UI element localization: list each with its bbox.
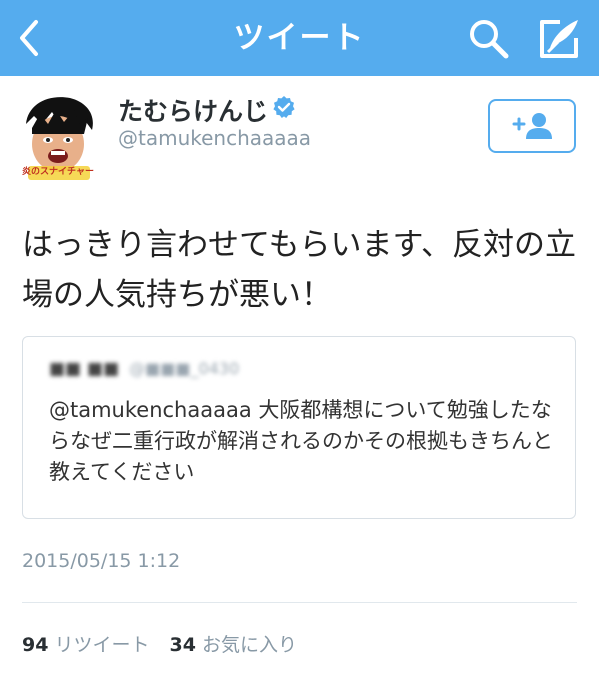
favorites-stat[interactable]: 34 お気に入り [170, 630, 297, 657]
retweets-label: リツイート [54, 634, 150, 656]
compose-button[interactable] [536, 14, 582, 62]
verified-badge-icon [273, 96, 295, 118]
quoted-tweet-text: @tamukenchaaaaa 大阪都構想について勉強したならなぜ二重行政が解消… [49, 398, 553, 484]
quoted-author: ■■ ■■ @■■■_0430 [49, 359, 239, 379]
tweet-timestamp: 2015/05/15 1:12 [22, 550, 181, 572]
quoted-author-name: ■■ ■■ [49, 359, 120, 379]
tweet-stats: 94 リツイート 34 お気に入り [22, 630, 311, 657]
follow-button[interactable] [488, 99, 576, 153]
tweet-text: はっきり言わせてもらいます、反対の立場の人気持ちが悪い！ [22, 227, 576, 313]
nav-bar: ツイート [0, 0, 599, 76]
add-user-icon [512, 113, 552, 139]
divider [22, 602, 577, 603]
retweets-count: 94 [22, 634, 49, 656]
avatar-caption: 炎のスナイチャー [22, 167, 94, 177]
author-name[interactable]: たむらけんじ [118, 92, 268, 128]
compose-icon [540, 20, 578, 58]
favorites-count: 34 [169, 634, 196, 656]
retweets-stat[interactable]: 94 リツイート [22, 630, 149, 657]
quoted-author-handle: @■■■_0430 [129, 359, 240, 378]
author-handle[interactable]: @tamukenchaaaaa [118, 126, 311, 150]
author-avatar[interactable]: 炎のスナイチャー [18, 94, 98, 184]
search-button[interactable] [466, 16, 512, 62]
favorites-label: お気に入り [201, 634, 297, 656]
search-icon [470, 20, 509, 59]
quoted-tweet[interactable]: ■■ ■■ @■■■_0430 @tamukenchaaaaa 大阪都構想について… [22, 336, 576, 519]
